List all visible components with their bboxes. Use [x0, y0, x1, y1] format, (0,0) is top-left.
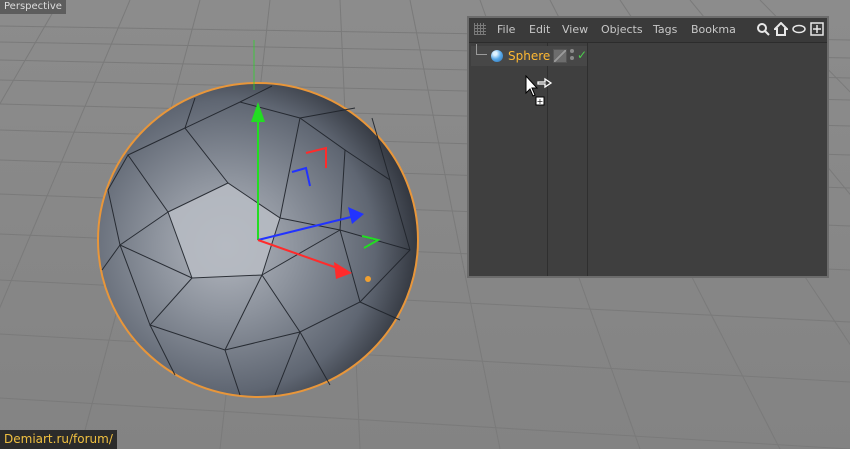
- object-name[interactable]: Sphere: [508, 49, 550, 63]
- search-icon[interactable]: [756, 22, 770, 36]
- menu-edit[interactable]: Edit: [529, 23, 550, 36]
- home-icon[interactable]: [774, 22, 788, 36]
- eye-icon[interactable]: [792, 22, 806, 36]
- maximize-icon[interactable]: [810, 22, 824, 36]
- layer-icon[interactable]: [553, 49, 567, 63]
- menu-objects[interactable]: Objects: [601, 23, 643, 36]
- tree-connector: [476, 44, 487, 55]
- sphere-icon: [491, 50, 503, 62]
- object-row-sphere[interactable]: Sphere ✓: [471, 44, 587, 66]
- menu-view[interactable]: View: [562, 23, 588, 36]
- panel-grip-icon[interactable]: [474, 23, 486, 35]
- menu-tags[interactable]: Tags: [653, 23, 677, 36]
- object-manager-panel: File Edit View Objects Tags Bookma Spher…: [467, 16, 829, 278]
- move-copy-cursor-icon: +: [525, 75, 553, 106]
- column-divider: [587, 43, 588, 276]
- watermark: Demiart.ru/forum/: [0, 430, 117, 449]
- cursor-plus-sign: +: [537, 97, 544, 106]
- menu-bookmarks[interactable]: Bookma: [691, 23, 736, 36]
- viewport-label: Perspective: [0, 0, 66, 14]
- visibility-dots-icon[interactable]: [569, 48, 575, 62]
- menu-file[interactable]: File: [497, 23, 515, 36]
- enabled-check-icon[interactable]: ✓: [577, 48, 587, 62]
- object-manager-menubar: File Edit View Objects Tags Bookma: [469, 18, 827, 43]
